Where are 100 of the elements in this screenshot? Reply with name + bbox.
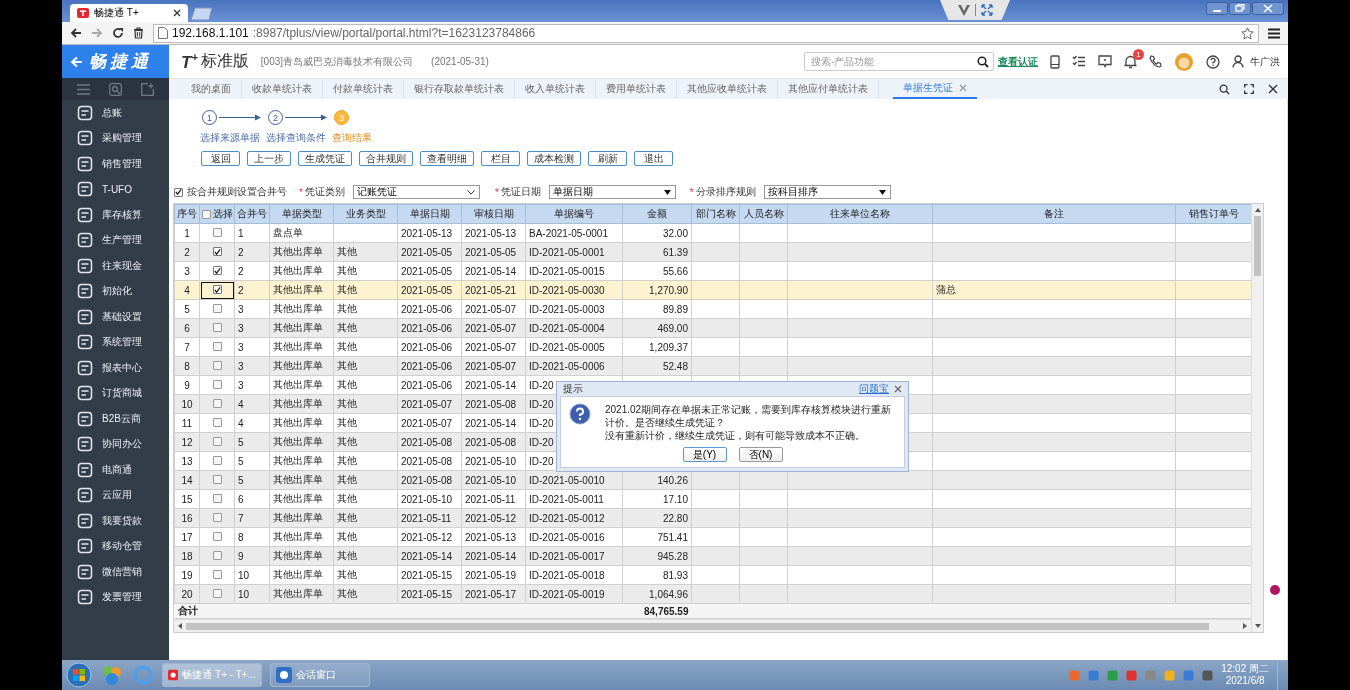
row-checkbox[interactable] bbox=[212, 322, 222, 332]
table-row[interactable]: 7 3 其他出库单 其他 2021-05-06 2021-05-07 ID-2021-05-0005 1,209.37 bbox=[174, 337, 1252, 357]
row-checkbox[interactable] bbox=[212, 531, 222, 541]
collapse-arrow-icon[interactable] bbox=[70, 55, 83, 68]
sidebar-item[interactable]: 销售管理 bbox=[62, 151, 169, 177]
row-checkbox[interactable] bbox=[212, 493, 222, 503]
reload-icon[interactable] bbox=[112, 27, 124, 39]
row-checkbox[interactable] bbox=[212, 360, 222, 370]
search-doc-icon[interactable] bbox=[109, 82, 122, 96]
checkbox[interactable] bbox=[174, 187, 183, 197]
certification-link[interactable]: 查看认证 bbox=[998, 54, 1038, 69]
column-header[interactable]: 备注 bbox=[932, 204, 1176, 224]
table-row[interactable]: 19 10 其他出库单 其他 2021-05-15 2021-05-19 ID-2021-05-0018 81.93 bbox=[174, 565, 1252, 585]
help-icon[interactable] bbox=[1206, 54, 1220, 69]
sidebar-item[interactable]: 协同办公 bbox=[62, 431, 169, 457]
table-row[interactable]: 20 10 其他出库单 其他 2021-05-15 2021-05-17 ID-2021-05-0019 1,064.96 bbox=[174, 584, 1252, 604]
table-row[interactable]: 3 2 其他出库单 其他 2021-05-05 2021-05-14 ID-2021-05-0015 55.66 bbox=[174, 261, 1252, 281]
table-row[interactable]: 8 3 其他出库单 其他 2021-05-06 2021-05-07 ID-2021-05-0006 52.48 bbox=[174, 356, 1252, 376]
dropdown[interactable]: 按科目排序 bbox=[763, 185, 891, 199]
sidebar-item[interactable]: 总账 bbox=[62, 100, 169, 126]
column-header[interactable]: 选择 bbox=[199, 204, 235, 224]
column-header[interactable]: 销售订单号 bbox=[1175, 204, 1252, 224]
page-tab[interactable]: 我的桌面 bbox=[181, 79, 242, 99]
column-header[interactable]: 往来单位名称 bbox=[787, 204, 933, 224]
row-checkbox[interactable] bbox=[212, 569, 222, 579]
scroll-left-icon[interactable] bbox=[176, 622, 184, 630]
table-row[interactable]: 4 2 其他出库单 其他 2021-05-05 2021-05-21 ID-2021-05-0030 1,270.90 蒲总 bbox=[174, 280, 1252, 300]
column-header[interactable]: 序号 bbox=[174, 204, 200, 224]
column-header[interactable]: 合并号 bbox=[234, 204, 270, 224]
sidebar-item[interactable]: 报表中心 bbox=[62, 355, 169, 381]
row-checkbox[interactable] bbox=[212, 512, 222, 522]
column-header[interactable]: 业务类型 bbox=[333, 204, 398, 224]
column-header[interactable]: 部门名称 bbox=[691, 204, 740, 224]
horizontal-scrollbar[interactable] bbox=[174, 619, 1251, 632]
toolbar-button[interactable]: 查看明细 bbox=[420, 151, 474, 166]
row-checkbox[interactable] bbox=[212, 227, 222, 237]
sidebar-item[interactable]: B2B云商 bbox=[62, 406, 169, 432]
tray-icon[interactable] bbox=[1164, 669, 1176, 681]
new-tab-button[interactable] bbox=[190, 7, 214, 21]
toolbar-button[interactable]: 栏目 bbox=[481, 151, 520, 166]
add-doc-icon[interactable] bbox=[140, 82, 154, 96]
row-checkbox[interactable] bbox=[212, 455, 222, 465]
sidebar-item[interactable]: 系统管理 bbox=[62, 329, 169, 355]
sidebar-item[interactable]: 云应用 bbox=[62, 482, 169, 508]
column-header[interactable]: 人员名称 bbox=[739, 204, 788, 224]
expand-icon[interactable] bbox=[980, 4, 993, 16]
dropdown[interactable]: 单据日期 bbox=[548, 185, 676, 199]
scroll-up-icon[interactable] bbox=[1253, 206, 1262, 214]
row-checkbox[interactable] bbox=[212, 266, 222, 275]
sidebar-item[interactable]: 电商通 bbox=[62, 457, 169, 483]
user-icon[interactable] bbox=[1232, 55, 1244, 68]
forward-icon[interactable] bbox=[91, 27, 103, 39]
phone-icon[interactable] bbox=[1149, 55, 1162, 68]
sidebar-item[interactable]: 初始化 bbox=[62, 278, 169, 304]
toolbar-button[interactable]: 合并规则 bbox=[359, 151, 413, 166]
scroll-right-icon[interactable] bbox=[1241, 622, 1249, 630]
column-header[interactable]: 单据编号 bbox=[525, 204, 623, 224]
page-tab[interactable]: 其他应收单统计表 bbox=[677, 79, 778, 99]
bell-icon[interactable] bbox=[1124, 54, 1137, 69]
start-button[interactable] bbox=[66, 662, 92, 688]
table-row[interactable]: 16 7 其他出库单 其他 2021-05-11 2021-05-12 ID-2021-05-0012 22.80 bbox=[174, 508, 1252, 528]
search-field[interactable]: 搜索-产品功能 bbox=[804, 52, 994, 71]
sidebar-item[interactable]: T-UFO bbox=[62, 176, 169, 202]
row-checkbox[interactable] bbox=[212, 550, 222, 560]
row-checkbox[interactable] bbox=[212, 247, 222, 256]
tray-icon[interactable] bbox=[1088, 669, 1100, 681]
page-tab[interactable]: 银行存取款单统计表 bbox=[404, 79, 515, 99]
scroll-thumb[interactable] bbox=[1254, 216, 1261, 276]
page-tab[interactable]: 单据生凭证 bbox=[893, 79, 977, 99]
column-header[interactable]: 单据日期 bbox=[397, 204, 462, 224]
row-checkbox[interactable] bbox=[212, 303, 222, 313]
page-tab[interactable]: 收入单统计表 bbox=[515, 79, 596, 99]
menu-icon[interactable] bbox=[1268, 27, 1280, 39]
close-icon[interactable] bbox=[1268, 84, 1278, 94]
select-all-checkbox[interactable] bbox=[201, 209, 211, 219]
people-icon[interactable] bbox=[100, 663, 124, 687]
table-row[interactable]: 2 2 其他出库单 其他 2021-05-05 2021-05-05 ID-2021-05-0001 61.39 bbox=[174, 242, 1252, 262]
sidebar-item[interactable]: 采购管理 bbox=[62, 125, 169, 151]
address-field[interactable]: 192.168.1.101 :8987/tplus/view/portal/portal.html?t=1623123784866 bbox=[153, 23, 1259, 43]
sidebar-item[interactable]: 往来现金 bbox=[62, 253, 169, 279]
row-checkbox[interactable] bbox=[212, 379, 222, 389]
toolbar-button[interactable]: 返回 bbox=[201, 151, 240, 166]
dialog-button[interactable]: 是(Y) bbox=[682, 447, 727, 462]
table-row[interactable]: 5 3 其他出库单 其他 2021-05-06 2021-05-07 ID-2021-05-0003 89.89 bbox=[174, 299, 1252, 319]
column-header[interactable]: 单据类型 bbox=[269, 204, 334, 224]
sidebar-item[interactable]: 发票管理 bbox=[62, 584, 169, 610]
page-tab[interactable]: 其他应付单统计表 bbox=[778, 79, 879, 99]
sidebar-item[interactable]: 生产管理 bbox=[62, 227, 169, 253]
toolbar-button[interactable]: 刷新 bbox=[588, 151, 627, 166]
table-row[interactable]: 18 9 其他出库单 其他 2021-05-14 2021-05-14 ID-2021-05-0017 945.28 bbox=[174, 546, 1252, 566]
user-name[interactable]: 牛广洪 bbox=[1250, 54, 1280, 69]
star-icon[interactable] bbox=[1241, 26, 1254, 40]
minimize-button[interactable] bbox=[1206, 2, 1228, 15]
page-tab[interactable]: 收款单统计表 bbox=[242, 79, 323, 99]
search-icon[interactable] bbox=[977, 56, 989, 68]
table-row[interactable]: 14 5 其他出库单 其他 2021-05-08 2021-05-10 ID-2021-05-0010 140.26 bbox=[174, 470, 1252, 490]
sidebar-item[interactable]: 订货商城 bbox=[62, 380, 169, 406]
toolbar-button[interactable]: 成本检测 bbox=[527, 151, 581, 166]
table-row[interactable]: 1 1 盘点单 2021-05-13 2021-05-13 BA-2021-05-0001 32.00 bbox=[174, 223, 1252, 243]
sidebar-item[interactable]: 我要贷款 bbox=[62, 508, 169, 534]
